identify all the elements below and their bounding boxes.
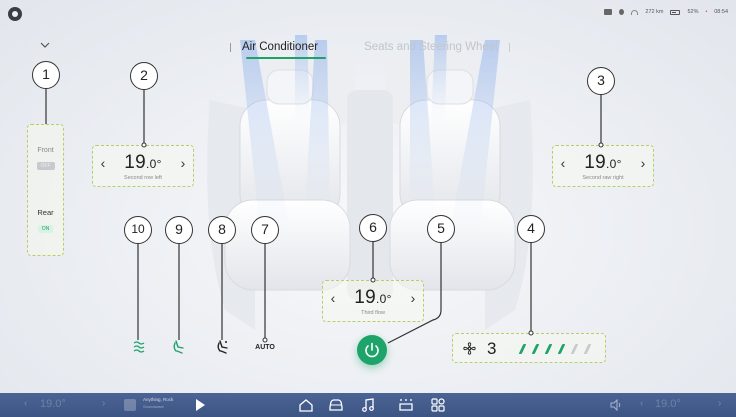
seat-ventilation-button[interactable] [168,339,190,359]
clock-text: 08:54 [714,9,728,15]
temp-control-third-row: ‹ 19.0° › Third flow [322,280,424,322]
media-subtitle: Soundwave [143,404,164,409]
zone-front[interactable]: Front OFF [28,147,63,172]
fan-level-bar[interactable] [570,344,579,354]
card-icon [604,9,613,15]
music-icon[interactable] [360,397,376,413]
dock-left-temp-increase-icon[interactable]: › [102,398,105,409]
dock-right-temp[interactable]: 19.0° [655,398,681,410]
dock-right-temp-decrease-icon[interactable]: ‹ [640,398,643,409]
active-tab-underline [246,57,327,59]
fan-icon [463,342,476,355]
climate-screen: 272 km 52% • 08:54 Air Conditioner Seats… [0,0,736,417]
tab-seats-steering[interactable]: Seats and Steering Wheel [352,40,510,60]
temp-caption: Second row left [124,175,162,181]
temp-value: 19.0° [354,287,392,308]
temp-caption: Third flow [361,310,385,316]
auto-button[interactable]: AUTO [254,338,276,358]
tab-air-conditioner-label: Air Conditioner [242,41,319,53]
temp-increase-button[interactable]: › [407,290,419,306]
zone-rear-state-badge: ON [37,225,54,233]
temp-increase-button[interactable]: › [637,155,649,171]
fan-level-bar[interactable] [531,344,540,354]
temp-decrease-button[interactable]: ‹ [327,290,339,306]
car-icon[interactable] [328,397,344,413]
apps-grid-icon[interactable] [430,397,446,413]
temp-control-second-row-right: ‹ 19.0° › Second raw right [552,145,654,187]
tab-separator [508,43,510,52]
zone-selector: Front OFF Rear ON [27,124,64,256]
callout-6: 6 [359,214,387,242]
chevron-down-icon[interactable] [40,40,50,50]
fan-level-bar[interactable] [557,344,566,354]
temp-decrease-button[interactable]: ‹ [97,155,109,171]
fan-level-bar[interactable] [544,344,553,354]
callout-3: 3 [587,67,615,95]
media-title: Anything, Rock [143,397,174,402]
tab-bar: Air Conditioner Seats and Steering Wheel [230,40,510,60]
callout-9: 9 [165,216,193,244]
heat-waves-icon [133,341,145,353]
callout-10: 10 [124,216,152,244]
notification-dot-icon: • [705,9,708,15]
temp-value: 19.0° [584,152,622,173]
callout-2: 2 [130,62,158,90]
callout-5: 5 [427,215,455,243]
home-icon[interactable] [298,397,314,413]
dock-right-temp-increase-icon[interactable]: › [718,398,721,409]
callout-7: 7 [251,216,279,244]
fan-level-bars[interactable] [518,344,592,354]
battery-text: 52% [687,9,699,15]
temp-increase-button[interactable]: › [177,155,189,171]
callout-1: 1 [32,61,60,89]
temp-value: 19.0° [124,152,162,173]
fan-level-bar[interactable] [583,344,592,354]
callout-4: 4 [517,215,545,243]
seat-heating-button[interactable] [128,339,150,359]
zone-rear[interactable]: Rear ON [28,196,63,246]
power-icon [365,342,379,358]
bluetooth-icon [619,9,625,15]
dock-left-temp-decrease-icon[interactable]: ‹ [24,398,27,409]
temp-decrease-button[interactable]: ‹ [557,155,569,171]
climate-icon[interactable] [398,397,414,413]
dock-left-temp[interactable]: 19.0° [40,398,66,410]
tab-seats-steering-label: Seats and Steering Wheel [364,41,498,53]
fan-level-value: 3 [487,339,497,358]
seat-fan-icon [173,340,184,354]
callout-8: 8 [208,216,236,244]
zone-rear-label: Rear [37,208,54,217]
status-bar: 272 km 52% • 08:54 [604,9,728,15]
seat-massage-button[interactable] [212,339,234,359]
home-logo-icon[interactable] [8,7,22,21]
zone-front-label: Front [37,147,54,154]
seat-massage-icon [217,340,228,354]
power-button[interactable] [357,335,387,365]
zone-rear-card [30,196,61,246]
volume-icon[interactable] [610,399,622,411]
temp-caption: Second raw right [582,175,624,181]
zone-front-state-badge: OFF [36,162,55,170]
wifi-icon [631,9,639,15]
album-art[interactable] [124,399,136,411]
fan-level-bar[interactable] [518,344,527,354]
tab-air-conditioner[interactable]: Air Conditioner [230,40,330,60]
bottom-dock: ‹ 19.0° › Anything, Rock Soundwave ‹ 19.… [0,393,736,417]
range-text: 272 km [645,9,664,15]
battery-icon [670,9,681,15]
fan-speed-control[interactable]: 3 [452,333,606,363]
temp-control-second-row-left: ‹ 19.0° › Second row left [92,145,194,187]
tab-separator [230,43,231,52]
play-icon[interactable] [196,399,205,411]
